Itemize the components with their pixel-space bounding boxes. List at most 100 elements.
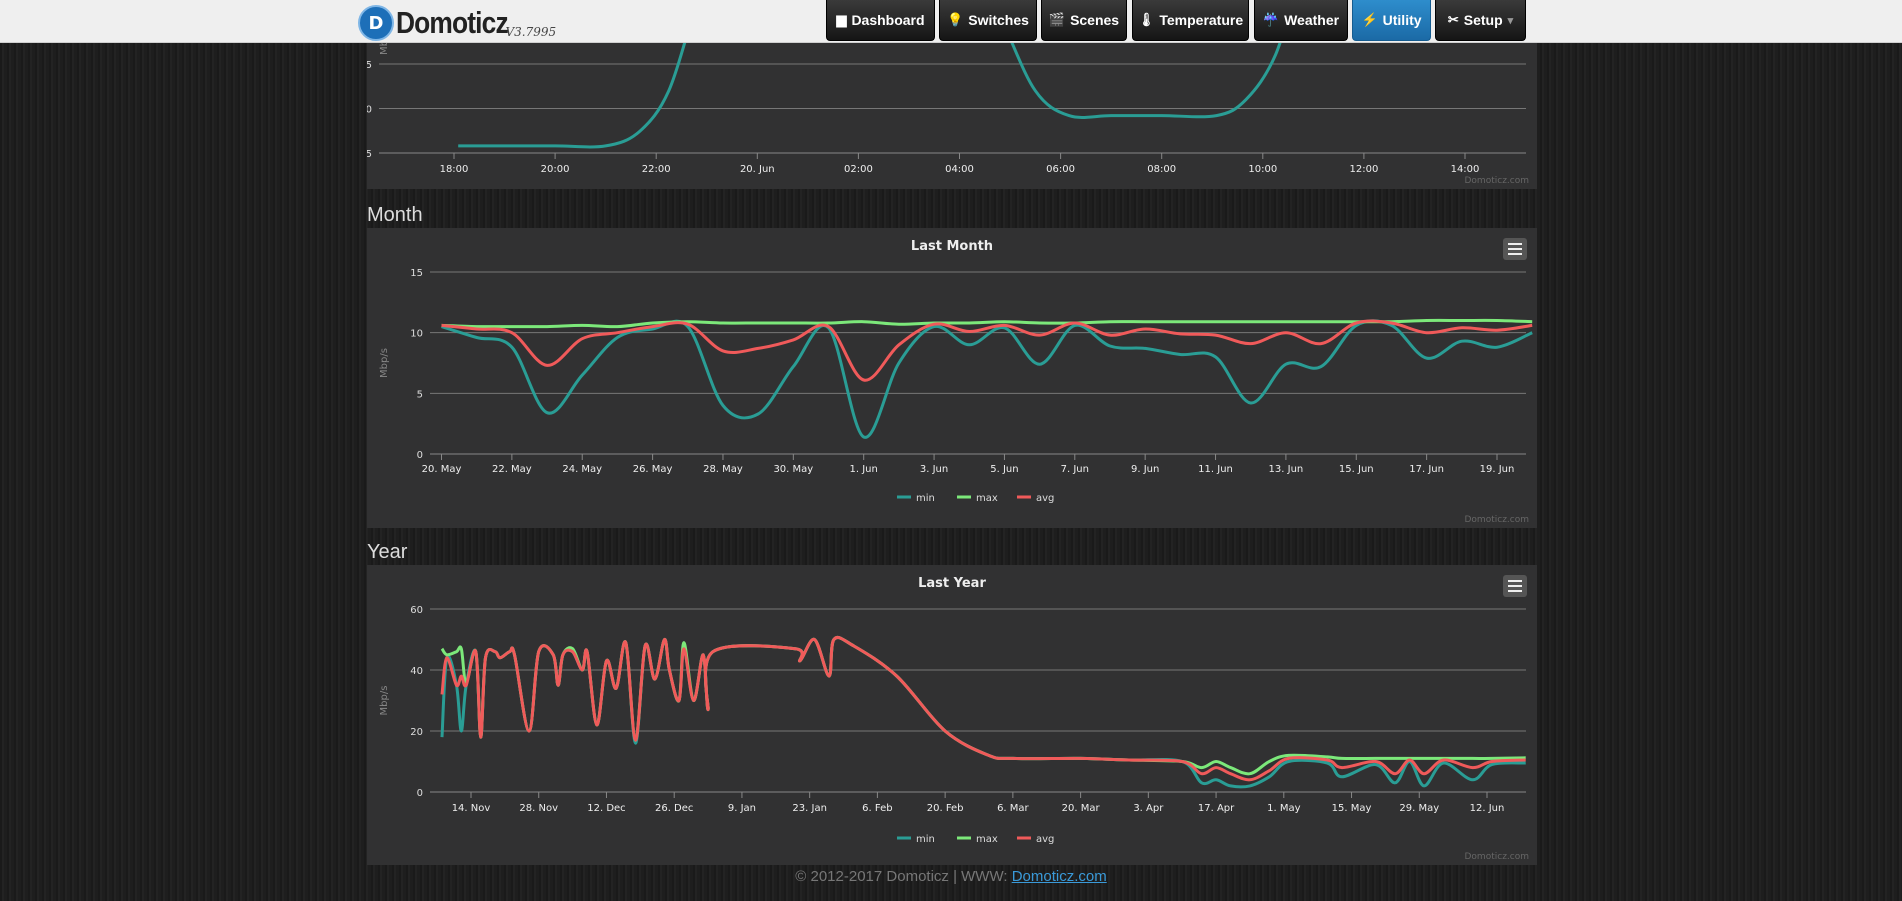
logo-icon: D [358, 5, 394, 41]
x-tick-label: 5. Jun [990, 464, 1018, 475]
x-tick-label: 20. Mar [1062, 803, 1101, 814]
section-title-month: Month [367, 204, 423, 226]
y-tick-label: 10 [367, 105, 372, 116]
y-axis-label: Mbp/s [379, 348, 390, 378]
chart-menu-button[interactable] [1503, 238, 1527, 260]
x-tick-label: 17. Apr [1198, 803, 1235, 814]
x-tick-label: 14:00 [1451, 164, 1480, 175]
utility-icon: ⚡ [1361, 12, 1378, 27]
lightbulb-icon: 💡 [947, 12, 964, 27]
x-tick-label: 6. Feb [862, 803, 892, 814]
x-tick-label: 1. Jun [850, 464, 878, 475]
chevron-down-icon: ▾ [1507, 14, 1514, 27]
nav-label: Temperature [1159, 12, 1244, 28]
top-navbar: D Domoticz V3.7995 ▆ Dashboard 💡 Switches 🎬 S… [0, 0, 1902, 43]
legend-label: min [916, 493, 935, 504]
nav-setup[interactable]: ✂ Setup ▾ [1435, 0, 1526, 41]
x-tick-label: 17. Jun [1409, 464, 1444, 475]
legend-item-min[interactable]: min [897, 493, 935, 504]
nav-label: Utility [1382, 12, 1422, 28]
nav-weather[interactable]: ☔ Weather [1254, 0, 1348, 41]
x-tick-label: 23. Jan [792, 803, 827, 814]
nav-switches[interactable]: 💡 Switches [939, 0, 1037, 41]
thermometer-icon: 🌡 [1137, 12, 1155, 27]
y-axis-label: Mbp/s [379, 686, 390, 716]
legend-label: max [976, 493, 998, 504]
nav-label: Switches [968, 12, 1029, 28]
version-label: V3.7995 [505, 25, 557, 39]
y-tick-label: 40 [410, 666, 423, 677]
legend-label: min [916, 834, 935, 845]
nav-scenes[interactable]: 🎬 Scenes [1041, 0, 1127, 41]
y-tick-label: 20 [410, 727, 423, 738]
nav-label: Weather [1284, 12, 1340, 28]
copyright-text: © 2012-2017 Domoticz | WWW: [795, 868, 1012, 885]
x-tick-label: 14. Nov [452, 803, 491, 814]
y-tick-label: 15 [410, 268, 423, 279]
x-tick-label: 26. Dec [655, 803, 693, 814]
legend-label: avg [1036, 834, 1054, 845]
chart-credit[interactable]: Domoticz.com [1465, 515, 1530, 525]
x-tick-label: 13. Jun [1269, 464, 1304, 475]
chart-title: Last Year [918, 576, 986, 591]
x-tick-label: 1. May [1267, 803, 1300, 814]
x-tick-label: 26. May [633, 464, 673, 475]
chart-menu-button[interactable] [1503, 575, 1527, 597]
legend-item-max[interactable]: max [957, 834, 998, 845]
chart-title: Last Month [911, 239, 993, 254]
x-tick-label: 06:00 [1046, 164, 1075, 175]
x-tick-label: 19. Jun [1480, 464, 1515, 475]
domoticz-logo[interactable]: D Domoticz V3.7995 [358, 3, 556, 41]
series-line-min [441, 319, 1533, 439]
x-tick-label: 10:00 [1248, 164, 1277, 175]
y-tick-label: 10.25 [367, 60, 372, 71]
x-tick-label: 7. Jun [1061, 464, 1089, 475]
x-tick-label: 20. Feb [927, 803, 964, 814]
legend-label: max [976, 834, 998, 845]
x-tick-label: 12. Dec [587, 803, 625, 814]
chart-credit[interactable]: Domoticz.com [1465, 176, 1530, 186]
y-tick-label: 60 [410, 605, 423, 616]
y-tick-label: 0 [417, 788, 423, 799]
domoticz-link[interactable]: Domoticz.com [1012, 868, 1107, 885]
x-tick-label: 29. May [1399, 803, 1439, 814]
cloud-rain-icon: ☔ [1262, 12, 1280, 27]
x-tick-label: 15. Jun [1339, 464, 1374, 475]
year-chart-panel: Last Year 0 20 40 60 Mbp/s 14. Nov 28. Nov 12. D… [367, 565, 1537, 865]
nav-temperature[interactable]: 🌡 Temperature [1132, 0, 1249, 41]
x-tick-label: 02:00 [844, 164, 873, 175]
footer: © 2012-2017 Domoticz | WWW: Domoticz.com [0, 868, 1902, 885]
legend-item-avg[interactable]: avg [1017, 834, 1054, 845]
y-tick-label: 10 [410, 329, 423, 340]
x-tick-label: 22:00 [642, 164, 671, 175]
x-tick-label: 3. Jun [920, 464, 948, 475]
legend-item-min[interactable]: min [897, 834, 935, 845]
legend-item-avg[interactable]: avg [1017, 493, 1054, 504]
y-tick-label: 9.75 [367, 149, 372, 160]
x-tick-label: 20. May [422, 464, 462, 475]
x-tick-label: 6. Mar [997, 803, 1029, 814]
x-tick-label: 24. May [562, 464, 602, 475]
nav-label: Scenes [1070, 12, 1120, 28]
x-tick-label: 11. Jun [1198, 464, 1233, 475]
chart-credit[interactable]: Domoticz.com [1465, 852, 1530, 862]
x-tick-label: 30. May [773, 464, 813, 475]
x-tick-label: 22. May [492, 464, 532, 475]
tools-icon: ✂ [1447, 12, 1459, 27]
nav-label: Dashboard [851, 12, 925, 28]
y-tick-label: 0 [417, 450, 423, 461]
x-tick-label: 3. Apr [1133, 803, 1164, 814]
nav-dashboard[interactable]: ▆ Dashboard [826, 0, 935, 41]
month-chart-panel: Last Month 0 5 10 15 Mbp/s 20. May 22. May 24. M… [367, 228, 1537, 528]
y-tick-label: 5 [417, 389, 423, 400]
legend-item-max[interactable]: max [957, 493, 998, 504]
nav-utility[interactable]: ⚡ Utility [1352, 0, 1431, 41]
x-tick-label: 20. Jun [740, 164, 775, 175]
x-tick-label: 15. May [1332, 803, 1372, 814]
x-tick-label: 18:00 [440, 164, 469, 175]
x-tick-label: 28. Nov [519, 803, 558, 814]
section-title-year: Year [367, 541, 408, 563]
x-tick-label: 9. Jan [728, 803, 756, 814]
nav-label: Setup [1463, 12, 1503, 28]
x-tick-label: 28. May [703, 464, 743, 475]
